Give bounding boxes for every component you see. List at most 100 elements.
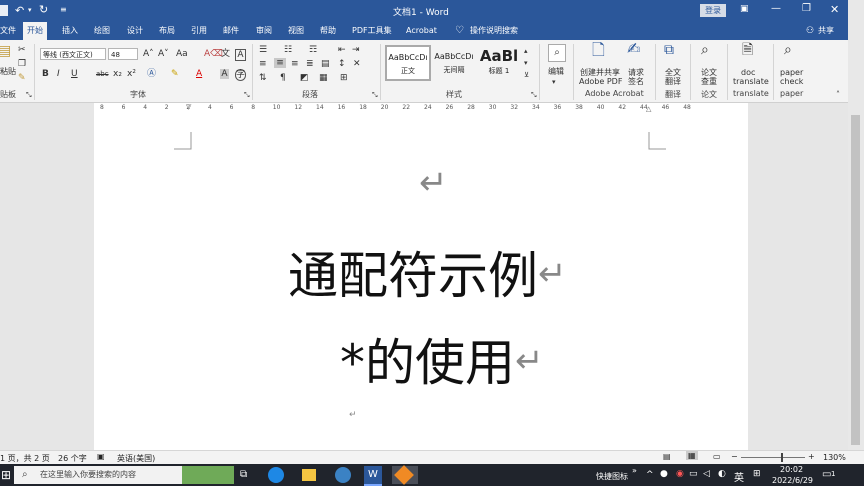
- tray-overflow-icon[interactable]: ^: [646, 470, 654, 480]
- page-count[interactable]: 1 页，共 2 页: [0, 453, 50, 464]
- increase-indent-icon[interactable]: ⇥: [352, 45, 360, 55]
- full-translate-line1[interactable]: 全文: [665, 68, 681, 77]
- collapse-ribbon-icon[interactable]: ˄: [836, 90, 840, 100]
- proofing-icon[interactable]: ▣: [97, 452, 105, 461]
- tab-review[interactable]: 审阅: [256, 22, 272, 40]
- redo-icon[interactable]: ↻: [39, 3, 48, 16]
- sort-icon[interactable]: ⇅: [259, 73, 267, 83]
- doc-translate-line2[interactable]: translate: [733, 77, 769, 86]
- zoom-slider[interactable]: [741, 457, 805, 458]
- tab-layout[interactable]: 布局: [159, 22, 175, 40]
- font-size-select[interactable]: 48: [108, 48, 138, 60]
- expand-quick-icons[interactable]: »: [632, 466, 637, 475]
- ime-mode-icon[interactable]: ⊞: [753, 469, 761, 479]
- ime-indicator[interactable]: 英: [734, 469, 744, 484]
- paper-check-line1[interactable]: 论文: [701, 68, 717, 77]
- battery-icon[interactable]: ◐: [718, 469, 726, 479]
- format-painter-icon[interactable]: ✎: [18, 73, 26, 83]
- bold-icon[interactable]: B: [42, 69, 49, 79]
- vertical-scrollbar[interactable]: [848, 0, 864, 464]
- align-center-icon[interactable]: ≡: [274, 58, 286, 68]
- tab-help[interactable]: 帮助: [320, 22, 336, 40]
- autosave-toggle[interactable]: [0, 5, 8, 16]
- styles-more-icon[interactable]: ⊻: [524, 70, 529, 80]
- document-line-2[interactable]: *的使用↵: [340, 333, 544, 393]
- search-icon[interactable]: ⌕: [548, 44, 566, 62]
- zoom-out-icon[interactable]: −: [731, 452, 738, 461]
- heading-text[interactable]: 通配符示例: [288, 247, 538, 305]
- undo-icon[interactable]: ↶: [15, 4, 24, 17]
- paste-icon[interactable]: ▤: [0, 44, 11, 58]
- phonetic-guide-icon[interactable]: 文: [221, 49, 230, 59]
- zoom-in-icon[interactable]: +: [808, 452, 815, 461]
- word-count[interactable]: 26 个字: [58, 453, 87, 464]
- superscript-icon[interactable]: x²: [127, 69, 136, 79]
- styles-scroll-down-icon[interactable]: ▾: [524, 58, 528, 68]
- tell-me-search[interactable]: 操作说明搜索: [470, 22, 518, 40]
- align-left-icon[interactable]: ≡: [259, 59, 267, 69]
- asian-typography-icon[interactable]: ⊞: [340, 73, 348, 83]
- paper-check-en-line2[interactable]: check: [780, 77, 803, 86]
- style-no-spacing[interactable]: AaBbCcDı 无间隔: [432, 45, 476, 81]
- customize-qat-icon[interactable]: ≡: [60, 5, 67, 14]
- align-right-icon[interactable]: ≡: [291, 59, 299, 69]
- borders-icon[interactable]: ▦: [319, 73, 328, 83]
- doc-translate-line1[interactable]: doc: [741, 68, 755, 77]
- volume-icon[interactable]: ◁: [703, 469, 710, 479]
- first-line-indent-marker[interactable]: ▽: [186, 103, 191, 111]
- print-layout-icon[interactable]: ▦: [686, 451, 698, 460]
- style-normal[interactable]: AaBbCcDı 正文: [385, 45, 431, 81]
- full-translate-line2[interactable]: 翻译: [665, 77, 681, 86]
- request-signature-line2[interactable]: 签名: [628, 77, 644, 86]
- taskbar-search[interactable]: ⌕ 在这里输入你要搜索的内容: [14, 466, 234, 484]
- network-icon[interactable]: ▭: [689, 469, 698, 479]
- share-button[interactable]: 共享: [818, 22, 834, 40]
- web-layout-icon[interactable]: ▭: [713, 452, 721, 461]
- right-indent-marker[interactable]: △: [646, 105, 651, 113]
- text-effects-icon[interactable]: Ⓐ: [147, 69, 156, 79]
- paper-check-line2[interactable]: 查重: [701, 77, 717, 86]
- quick-icons-label[interactable]: 快捷图标: [596, 471, 628, 482]
- zoom-level[interactable]: 130%: [823, 453, 846, 462]
- tab-acrobat[interactable]: Acrobat: [406, 22, 437, 40]
- strikethrough-icon[interactable]: abc: [96, 69, 109, 79]
- enclose-char-icon[interactable]: 字: [235, 69, 246, 81]
- close-icon[interactable]: ✕: [830, 3, 839, 16]
- tab-view[interactable]: 视图: [288, 22, 304, 40]
- zoom-slider-thumb[interactable]: [781, 453, 783, 462]
- document-page[interactable]: ↵ 通配符示例↵ *的使用↵ ↵: [94, 114, 748, 450]
- request-signature-line1[interactable]: 请求: [628, 68, 644, 77]
- italic-icon[interactable]: I: [57, 69, 60, 79]
- font-name-select[interactable]: 等线 (西文正文): [40, 48, 106, 60]
- font-color-icon[interactable]: A: [196, 69, 202, 79]
- tab-design[interactable]: 设计: [127, 22, 143, 40]
- language-indicator[interactable]: 英语(美国): [117, 453, 155, 464]
- minimize-icon[interactable]: —: [771, 3, 781, 14]
- distributed-icon[interactable]: ▤: [321, 59, 330, 69]
- change-case-icon[interactable]: Aa: [176, 49, 188, 59]
- tab-file[interactable]: 文件: [0, 22, 16, 40]
- subheading-text[interactable]: *的使用: [340, 334, 515, 392]
- tab-draw[interactable]: 绘图: [94, 22, 110, 40]
- subscript-icon[interactable]: x₂: [113, 69, 122, 79]
- login-button[interactable]: 登录: [700, 4, 726, 17]
- justify-icon[interactable]: ≣: [306, 59, 314, 69]
- tab-mailings[interactable]: 邮件: [223, 22, 239, 40]
- editing-button[interactable]: 编辑: [548, 67, 564, 76]
- style-heading-1[interactable]: AaBl 标题 1: [478, 45, 520, 81]
- clock-date[interactable]: 2022/6/29: [772, 476, 813, 485]
- create-share-pdf-line1[interactable]: 创建并共享: [580, 68, 620, 77]
- underline-icon[interactable]: U: [71, 69, 78, 79]
- shrink-font-icon[interactable]: A˅: [158, 49, 169, 59]
- clipboard-launcher-icon[interactable]: ⤡: [26, 90, 32, 100]
- edge-browser-icon[interactable]: [268, 467, 284, 483]
- cut-icon[interactable]: ✂: [18, 45, 26, 55]
- paper-check-en-line1[interactable]: paper: [780, 68, 803, 77]
- copy-icon[interactable]: ❐: [18, 59, 26, 69]
- numbering-icon[interactable]: ☷: [284, 45, 292, 55]
- task-view-icon[interactable]: ⧉: [240, 469, 247, 480]
- paragraph-launcher-icon[interactable]: ⤡: [372, 90, 378, 100]
- microphone-icon[interactable]: ●: [660, 469, 668, 479]
- chinese-layout-icon[interactable]: ✕: [353, 59, 361, 69]
- decrease-indent-icon[interactable]: ⇤: [338, 45, 346, 55]
